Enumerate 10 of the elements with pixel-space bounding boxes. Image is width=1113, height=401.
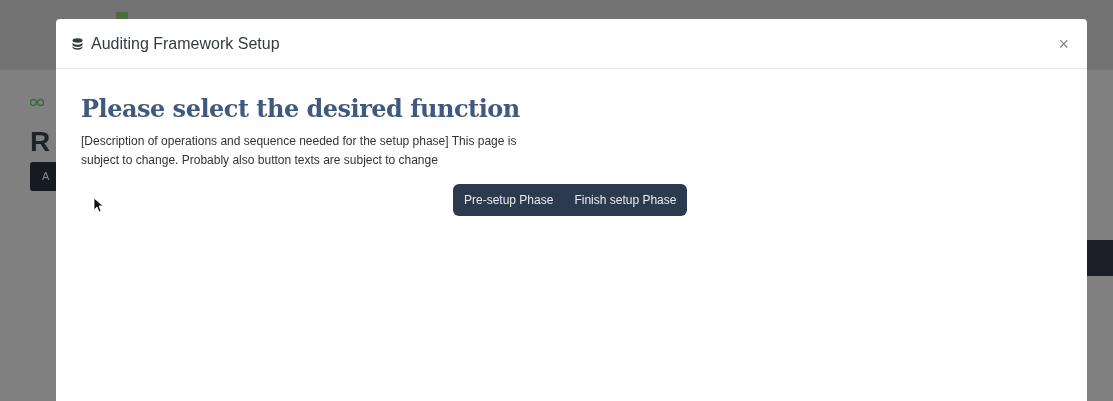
modal-title: Auditing Framework Setup	[91, 33, 280, 54]
phase-button[interactable]: Pre-setup Phase	[453, 183, 565, 216]
close-button[interactable]: ×	[1054, 34, 1073, 53]
toolbar-background	[1087, 240, 1113, 276]
page-heading: R	[30, 128, 51, 156]
cursor-icon	[93, 197, 104, 213]
database-icon	[72, 37, 83, 50]
modal-heading: Please select the desired function	[81, 95, 521, 124]
phase-button[interactable]: Finish setup Phase	[563, 183, 688, 216]
description-text: [Description of operations and sequence needed for the setup phase] This page is subject to change. Probably also button texts are subject to change	[81, 132, 518, 169]
